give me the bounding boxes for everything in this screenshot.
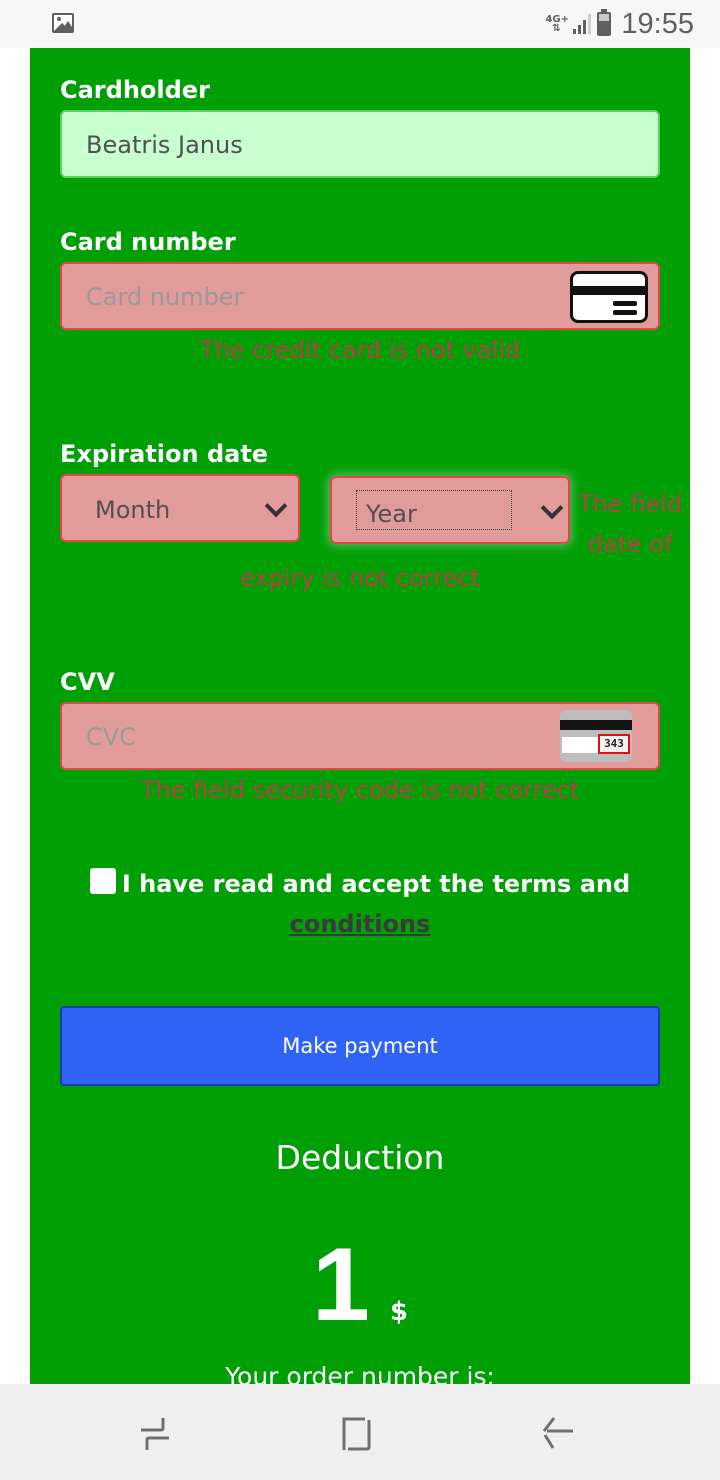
recent-apps-icon[interactable] xyxy=(135,1414,175,1454)
year-select[interactable]: Year xyxy=(330,476,570,544)
card-number-input[interactable]: Card number xyxy=(60,262,660,330)
expiration-error-line1: The field xyxy=(577,490,683,518)
currency-symbol: $ xyxy=(389,1297,408,1327)
payment-form-page: Cardholder Beatris Janus Card number Car… xyxy=(30,48,690,1384)
expiration-error-line3: expiry is not correct xyxy=(240,564,480,592)
home-icon[interactable] xyxy=(337,1414,377,1454)
status-indicators: 4G+ ⇅ 19:55 xyxy=(545,6,694,42)
cvv-error: The field security code is not correct xyxy=(140,776,580,804)
month-select[interactable]: Month xyxy=(60,474,300,542)
cardholder-value: Beatris Janus xyxy=(86,131,243,159)
chevron-down-icon xyxy=(540,496,564,520)
amount-value: 1 xyxy=(312,1227,370,1343)
deduction-title: Deduction xyxy=(275,1138,445,1177)
status-bar: 4G+ ⇅ 19:55 xyxy=(0,0,720,48)
cardholder-label: Cardholder xyxy=(60,76,210,104)
clock: 19:55 xyxy=(621,7,694,40)
cvv-card-icon: 343 xyxy=(560,710,632,762)
card-number-label: Card number xyxy=(60,228,236,256)
expiration-label: Expiration date xyxy=(60,440,269,468)
terms-conditions-link[interactable]: conditions xyxy=(290,910,431,938)
cvv-placeholder: CVC xyxy=(86,723,136,751)
expiration-error-part1: The field date of xyxy=(570,484,690,564)
battery-icon xyxy=(597,9,612,36)
card-number-placeholder: Card number xyxy=(86,283,244,311)
deduction-amount: 1 $ xyxy=(30,1226,690,1345)
terms-checkbox[interactable] xyxy=(89,868,116,894)
chevron-down-icon xyxy=(264,494,288,518)
credit-card-icon xyxy=(570,271,648,323)
cvv-input[interactable]: CVC 343 xyxy=(60,702,660,770)
terms-text: I have read and accept the terms and xyxy=(121,870,631,898)
navigation-bar xyxy=(0,1384,720,1480)
terms-row: I have read and accept the terms and con… xyxy=(30,864,690,944)
network-type-icon: 4G+ ⇅ xyxy=(545,14,569,34)
image-icon xyxy=(52,13,74,33)
cardholder-input[interactable]: Beatris Janus xyxy=(60,110,660,178)
signal-icon xyxy=(573,14,592,34)
make-payment-button[interactable]: Make payment xyxy=(60,1006,660,1086)
order-number-label: Your order number is: xyxy=(225,1362,495,1384)
card-number-error: The credit card is not valid xyxy=(200,336,520,364)
month-selected: Month xyxy=(95,496,171,524)
year-selected: Year xyxy=(366,500,417,528)
expiration-error-line2: date of xyxy=(587,530,673,558)
cvv-label: CVV xyxy=(60,668,115,696)
back-icon[interactable] xyxy=(537,1414,577,1454)
